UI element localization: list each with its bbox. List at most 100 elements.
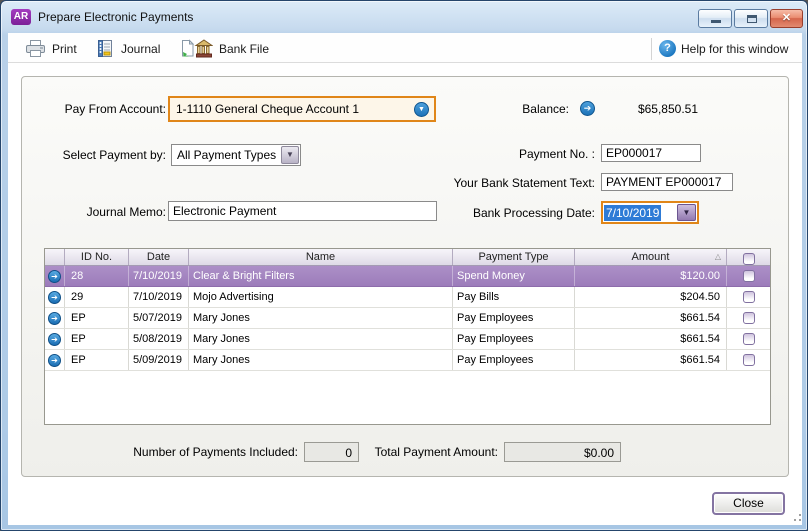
table-row[interactable]: ➔ 29 7/10/2019 Mojo Advertising Pay Bill… <box>45 287 770 308</box>
header-date[interactable]: Date <box>129 249 189 265</box>
total-payment-amount-field: $0.00 <box>504 442 621 462</box>
row-detail-arrow-icon[interactable]: ➔ <box>48 312 61 325</box>
balance-value: $65,850.51 <box>637 102 698 116</box>
select-all-checkbox[interactable] <box>742 253 755 265</box>
pay-from-account-label: Pay From Account: <box>64 102 166 116</box>
header-payment-type[interactable]: Payment Type <box>453 249 575 265</box>
select-payment-by-dropdown[interactable]: All Payment Types ▼ <box>171 144 301 166</box>
window-title: Prepare Electronic Payments <box>38 10 194 24</box>
title-bar: AR Prepare Electronic Payments ✕ <box>1 1 807 33</box>
number-of-payments-label: Number of Payments Included: <box>133 445 298 459</box>
dropdown-chevron-icon[interactable]: ▼ <box>281 146 299 164</box>
journal-icon <box>98 40 112 57</box>
print-button[interactable]: Print <box>21 34 81 63</box>
table-header-row: ID No. Date Name Payment Type Amount △ <box>45 249 770 266</box>
table-row[interactable]: ➔ EP 5/09/2019 Mary Jones Pay Employees … <box>45 350 770 371</box>
payments-table: ID No. Date Name Payment Type Amount △ ➔ … <box>44 248 771 425</box>
balance-label: Balance: <box>522 102 569 116</box>
row-detail-arrow-icon[interactable]: ➔ <box>48 354 61 367</box>
printer-icon <box>26 40 45 57</box>
cell-payment-type: Pay Employees <box>453 329 575 349</box>
cell-id: 29 <box>65 287 129 307</box>
row-checkbox[interactable] <box>742 270 755 282</box>
accountright-logo-icon: AR <box>11 9 31 25</box>
table-row[interactable]: ➔ EP 5/07/2019 Mary Jones Pay Employees … <box>45 308 770 329</box>
journal-memo-field[interactable]: Electronic Payment <box>168 201 437 221</box>
minimize-button[interactable] <box>698 9 732 28</box>
header-id[interactable]: ID No. <box>65 249 129 265</box>
select-payment-by-value: All Payment Types <box>177 148 277 162</box>
cell-name: Clear & Bright Filters <box>189 266 453 286</box>
cell-id: EP <box>65 329 129 349</box>
resize-grip[interactable] <box>789 509 802 522</box>
select-payment-by-label: Select Payment by: <box>62 148 166 162</box>
date-dropdown-icon[interactable]: ▼ <box>677 204 696 221</box>
cell-date: 7/10/2019 <box>129 266 189 286</box>
account-dropdown-icon[interactable]: ▼ <box>414 101 429 117</box>
cell-name: Mojo Advertising <box>189 287 453 307</box>
toolbar-separator <box>651 38 652 60</box>
cell-id: EP <box>65 308 129 328</box>
payment-no-field[interactable]: EP000017 <box>601 144 701 162</box>
cell-amount: $661.54 <box>575 350 727 370</box>
maximize-icon <box>747 15 757 23</box>
bank-file-icon <box>182 39 213 58</box>
bank-file-button[interactable]: Bank File <box>177 34 273 63</box>
bank-statement-text-field[interactable]: PAYMENT EP000017 <box>601 173 733 191</box>
cell-payment-type: Pay Employees <box>453 308 575 328</box>
cell-date: 7/10/2019 <box>129 287 189 307</box>
print-label: Print <box>52 41 77 56</box>
cell-amount: $661.54 <box>575 329 727 349</box>
cell-amount: $120.00 <box>575 266 727 286</box>
cell-name: Mary Jones <box>189 308 453 328</box>
sort-ascending-icon: △ <box>714 252 721 261</box>
cell-date: 5/09/2019 <box>129 350 189 370</box>
header-select-all[interactable] <box>727 249 770 265</box>
prepare-electronic-payments-window: AR Prepare Electronic Payments ✕ Print J… <box>0 0 808 531</box>
header-name[interactable]: Name <box>189 249 453 265</box>
cell-amount: $661.54 <box>575 308 727 328</box>
row-checkbox[interactable] <box>742 291 755 303</box>
row-detail-arrow-icon[interactable]: ➔ <box>48 270 61 283</box>
cell-date: 5/08/2019 <box>129 329 189 349</box>
bank-file-label: Bank File <box>219 41 270 56</box>
payment-no-label: Payment No. : <box>518 147 595 161</box>
cell-payment-type: Pay Bills <box>453 287 575 307</box>
cell-amount: $204.50 <box>575 287 727 307</box>
row-detail-arrow-icon[interactable]: ➔ <box>48 291 61 304</box>
bank-processing-date-field[interactable]: 7/10/2019 ▼ <box>601 201 699 224</box>
row-checkbox[interactable] <box>742 354 755 366</box>
row-detail-arrow-icon[interactable]: ➔ <box>48 333 61 346</box>
close-window-button[interactable]: ✕ <box>770 9 803 28</box>
pay-from-account-combo[interactable]: 1-1110 General Cheque Account 1 ▼ <box>168 96 436 122</box>
bank-statement-text-label: Your Bank Statement Text: <box>453 176 595 190</box>
bank-processing-date-label: Bank Processing Date: <box>472 206 595 220</box>
maximize-button[interactable] <box>734 9 768 28</box>
journal-label: Journal <box>121 41 161 56</box>
journal-button[interactable]: Journal <box>91 34 164 63</box>
header-amount[interactable]: Amount △ <box>575 249 727 265</box>
cell-id: 28 <box>65 266 129 286</box>
cell-name: Mary Jones <box>189 329 453 349</box>
header-arrow-column <box>45 249 65 265</box>
help-icon: ? <box>659 40 676 57</box>
balance-arrow-icon[interactable]: ➔ <box>580 101 595 116</box>
cell-date: 5/07/2019 <box>129 308 189 328</box>
help-label: Help for this window <box>681 41 789 56</box>
cell-id: EP <box>65 350 129 370</box>
cell-payment-type: Spend Money <box>453 266 575 286</box>
total-payment-amount-label: Total Payment Amount: <box>374 445 498 459</box>
table-row[interactable]: ➔ EP 5/08/2019 Mary Jones Pay Employees … <box>45 329 770 350</box>
row-checkbox[interactable] <box>742 312 755 324</box>
number-of-payments-field: 0 <box>304 442 359 462</box>
cell-payment-type: Pay Employees <box>453 350 575 370</box>
pay-from-account-value: 1-1110 General Cheque Account 1 <box>176 102 360 116</box>
minimize-icon <box>711 20 721 23</box>
close-button[interactable]: Close <box>712 492 785 515</box>
cell-name: Mary Jones <box>189 350 453 370</box>
journal-memo-label: Journal Memo: <box>86 205 166 219</box>
help-button[interactable]: ? Help for this window <box>659 34 788 63</box>
bank-processing-date-value: 7/10/2019 <box>604 204 662 221</box>
table-row[interactable]: ➔ 28 7/10/2019 Clear & Bright Filters Sp… <box>45 266 770 287</box>
row-checkbox[interactable] <box>742 333 755 345</box>
